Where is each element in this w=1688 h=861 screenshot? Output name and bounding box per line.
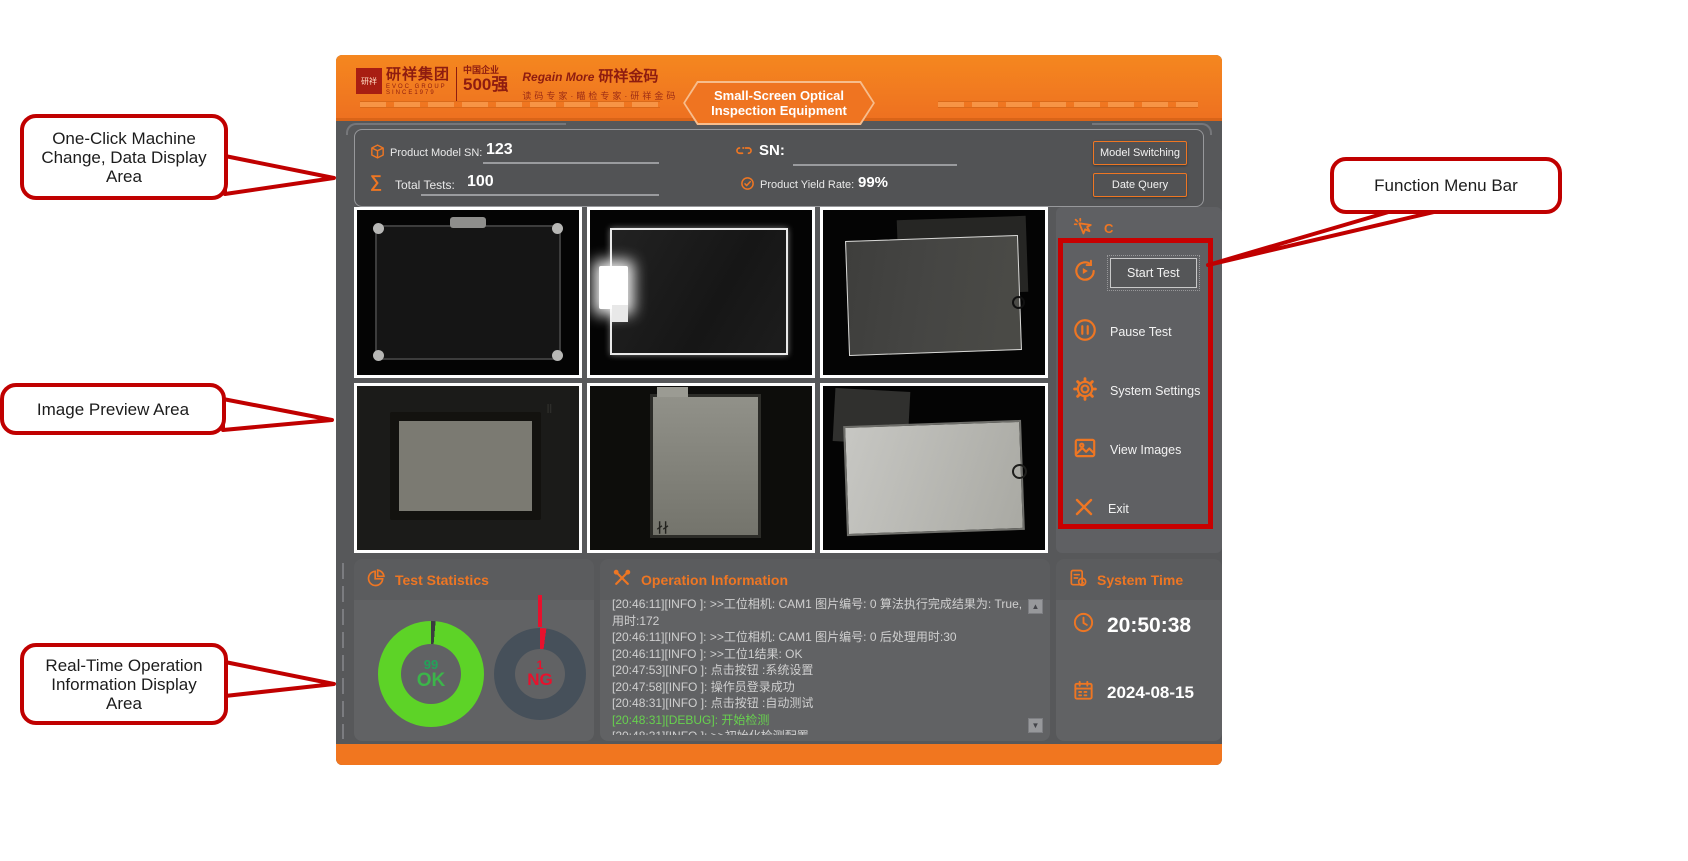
crossed-tools-icon (612, 568, 632, 591)
preview-1-notch (450, 217, 486, 229)
ok-label: OK (417, 671, 446, 691)
preview-image-6[interactable] (820, 383, 1048, 554)
sn-label: SN: (759, 142, 785, 159)
system-time-panel: System Time 20:50:38 2024-08-15 (1056, 559, 1222, 741)
logo-divider (456, 67, 457, 101)
system-time-title: System Time (1097, 572, 1183, 588)
log-scroll-up-button[interactable]: ▲ (1028, 599, 1043, 614)
callout-image-preview-area: Image Preview Area (0, 383, 226, 435)
log-scroll-down-button[interactable]: ▼ (1028, 718, 1043, 733)
callout-tail-preview-area (220, 394, 338, 438)
yield-rate-label: Product Yield Rate: (760, 179, 854, 191)
ng-donut-chart: 1 NG (494, 628, 586, 720)
ok-donut-chart: 99 OK (378, 621, 484, 727)
menu-header-label: C (1104, 221, 1113, 236)
callout-tail-function-menu (1200, 205, 1450, 275)
preview-image-1[interactable] (354, 207, 582, 378)
sum-icon: ∑ (370, 172, 382, 192)
pie-chart-icon (366, 568, 386, 591)
clock-icon (1072, 611, 1095, 640)
logo-since: SINCE1979 (386, 90, 450, 96)
yield-rate-value: 99% (858, 174, 888, 191)
log-line: [20:47:58][INFO ]: 操作员登录成功 (612, 679, 1024, 696)
ok-count: 99 (424, 658, 438, 671)
calendar-icon (1072, 679, 1095, 707)
product-model-label: Product Model SN: (390, 147, 482, 159)
logo-seal: 研祥 (356, 68, 382, 94)
preview-image-3[interactable] (820, 207, 1048, 378)
app-title-badge: Small-Screen Optical Inspection Equipmen… (683, 81, 875, 125)
preview-image-5[interactable]: ∤∤ (587, 383, 815, 554)
header-circuit-decoration-right (938, 101, 1198, 108)
app-header: 研祥 研祥集团 EVOC GROUP SINCE1979 中国企业 500强 R… (336, 55, 1222, 121)
callout-tail-data-area (222, 148, 340, 204)
app-title-line2: Inspection Equipment (711, 103, 847, 118)
app-title-line1: Small-Screen Optical (711, 88, 847, 103)
log-line: [20:48:31][INFO ]: >>初始化检测配置 (612, 728, 1024, 735)
model-switching-button[interactable]: Model Switching (1093, 141, 1187, 165)
system-date-value: 2024-08-15 (1107, 683, 1194, 703)
log-line: [20:47:53][INFO ]: 点击按钮 :系统设置 (612, 662, 1024, 679)
callout-data-display-area: One-Click Machine Change, Data Display A… (20, 114, 228, 200)
ng-tick-mark (538, 595, 542, 627)
log-line: [20:46:11][INFO ]: >>工位相机: CAM1 图片编号: 0 … (612, 629, 1024, 646)
logo-script-brand: 研祥金码 (598, 68, 658, 85)
preview-3-part (845, 235, 1022, 356)
app-footer-bar (336, 744, 1222, 765)
callout-tail-log-area (222, 656, 340, 704)
image-preview-grid: ‖ ∤∤ (354, 207, 1048, 553)
system-time-value: 20:50:38 (1107, 614, 1191, 638)
sn-underline (793, 164, 957, 166)
total-tests-underline (421, 194, 659, 196)
screenshot-root: 研祥 研祥集团 EVOC GROUP SINCE1979 中国企业 500强 R… (0, 0, 1688, 861)
preview-1-part (375, 225, 561, 360)
preview-4-part (390, 412, 541, 521)
logo-brand-text: 研祥集团 (386, 63, 450, 84)
test-statistics-title: Test Statistics (395, 572, 489, 588)
yield-rate-icon (740, 176, 755, 196)
data-display-panel: Product Model SN: 123 ∑ Total Tests: 100… (354, 129, 1204, 207)
logo-script: Regain More (522, 70, 594, 84)
log-line: [20:48:31][INFO ]: 点击按钮 :自动测试 (612, 695, 1024, 712)
logo-rank-line2: 500强 (463, 76, 508, 93)
preview-5-part (650, 394, 761, 539)
preview-image-4[interactable]: ‖ (354, 383, 582, 554)
product-model-value: 123 (486, 141, 513, 159)
log-line-debug: [20:48:31][DEBUG]: 开始检测 (612, 712, 1024, 729)
header-circuit-decoration-left (360, 101, 660, 108)
total-tests-label: Total Tests: (395, 178, 455, 192)
test-statistics-panel: Test Statistics 99 OK 1 NG (354, 559, 594, 741)
preview-image-2[interactable] (587, 207, 815, 378)
sn-link-icon (735, 142, 753, 165)
ng-label: NG (527, 671, 553, 689)
function-menu-highlight-rectangle (1058, 238, 1213, 529)
operation-information-panel: Operation Information [20:46:11][INFO ]:… (600, 559, 1050, 741)
document-clock-icon (1068, 568, 1088, 591)
operation-log[interactable]: [20:46:11][INFO ]: >>工位相机: CAM1 图片编号: 0 … (612, 596, 1024, 735)
preview-6-part (843, 420, 1024, 536)
preview-2-part (610, 228, 788, 355)
log-line: [20:46:11][INFO ]: >>工位1结果: OK (612, 646, 1024, 663)
log-line: [20:46:11][INFO ]: >>工位相机: CAM1 图片编号: 0 … (612, 596, 1024, 629)
logo-tagline: 读码专家·瞄检专家·研祥金码 (522, 89, 678, 102)
package-icon (369, 143, 386, 165)
operation-information-title: Operation Information (641, 572, 788, 588)
callout-function-menu-bar: Function Menu Bar (1330, 157, 1562, 214)
total-tests-value: 100 (467, 173, 494, 191)
brand-logo: 研祥 研祥集团 EVOC GROUP SINCE1979 中国企业 500强 R… (356, 63, 678, 102)
product-model-underline (483, 162, 659, 164)
body-edge-decoration (342, 563, 344, 739)
callout-log-display-area: Real-Time Operation Information Display … (20, 643, 228, 725)
date-query-button[interactable]: Date Query (1093, 173, 1187, 197)
